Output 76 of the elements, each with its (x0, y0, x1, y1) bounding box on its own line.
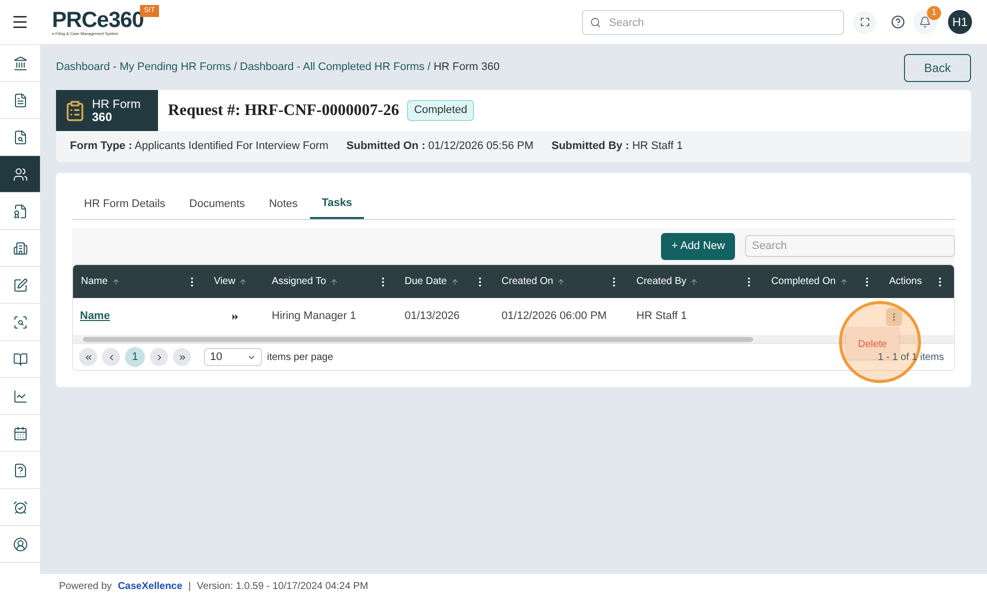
people-icon (12, 166, 28, 182)
version-text: Version: 1.0.59 - 10/17/2024 04:24 PM (196, 580, 368, 594)
column-header[interactable]: Created On (502, 274, 554, 289)
meta-field: Form Type : Applicants Identified For Interview Form (70, 138, 328, 155)
fullscreen-icon (860, 17, 870, 27)
tab[interactable]: HR Form Details (72, 189, 178, 219)
text-box-icon (12, 278, 28, 292)
powered-by-label: Powered by (59, 580, 112, 594)
column-header[interactable]: Due Date (404, 274, 447, 289)
status-badge: Completed (407, 100, 474, 121)
invoice-icon (12, 204, 28, 218)
column-header[interactable]: Actions (889, 274, 922, 289)
sort-icon[interactable] (690, 278, 698, 286)
add-new-button[interactable]: + Add New (661, 232, 735, 260)
building-icon (12, 240, 28, 256)
breadcrumb-separator: / (234, 60, 237, 76)
task-name-link[interactable]: Name (80, 310, 110, 322)
request-number: Request #: HRF-CNF-0000007-26 (168, 100, 400, 120)
notification-count: 1 (927, 6, 941, 20)
table-cell: 01/12/2026 06:00 PM (502, 310, 607, 322)
search-field[interactable]: Search (582, 10, 844, 35)
search-icon (590, 16, 601, 28)
table-cell: HR Staff 1 (636, 310, 687, 322)
table-cell: Hiring Manager 1 (272, 310, 356, 322)
form-icon (64, 100, 86, 122)
form-badge-number: 360 (92, 110, 114, 124)
sidebar-item[interactable] (0, 156, 40, 193)
question-icon (12, 462, 28, 478)
column-header[interactable]: Completed On (771, 274, 836, 289)
table-search-field[interactable]: Search (745, 235, 955, 257)
view-icon[interactable] (230, 312, 240, 322)
last-page-icon (178, 352, 186, 362)
breadcrumb-separator: / (428, 60, 431, 76)
page-button[interactable]: 1 (125, 347, 145, 367)
alarm-icon (12, 500, 28, 514)
column-header[interactable]: View (214, 274, 236, 289)
bank-icon (12, 56, 28, 70)
page-size-select[interactable]: 10 (204, 348, 262, 366)
help-icon[interactable] (891, 15, 905, 29)
chart-icon (12, 388, 28, 404)
back-button[interactable]: Back (904, 54, 971, 82)
last-page-button[interactable] (173, 348, 191, 366)
sort-icon[interactable] (450, 278, 459, 286)
sort-icon[interactable] (112, 278, 120, 286)
bell-icon (919, 16, 931, 28)
document-search-icon (12, 130, 28, 144)
menu-icon (11, 13, 29, 31)
tab[interactable]: Tasks (310, 189, 364, 219)
table-cell: 01/13/2026 (404, 310, 460, 322)
breadcrumb-link[interactable]: Dashboard - All Completed HR Forms (240, 59, 425, 76)
pager-summary: 1 - 1 of 1 items (878, 350, 944, 364)
items-per-page-label: items per page (267, 350, 334, 364)
book-icon (12, 352, 28, 366)
tab[interactable]: Notes (256, 189, 310, 219)
first-page-icon (84, 352, 92, 362)
user-icon (12, 536, 28, 552)
column-header[interactable]: Name (81, 274, 108, 289)
breadcrumb-link[interactable]: HR Form 360 (434, 59, 500, 76)
calendar-icon (12, 426, 28, 440)
user-avatar[interactable]: H1 (948, 10, 972, 34)
meta-field: Submitted On : 01/12/2026 05:56 PM (346, 138, 534, 155)
breadcrumb-link[interactable]: Dashboard - My Pending HR Forms (56, 59, 231, 76)
sort-icon[interactable] (330, 278, 338, 286)
column-header[interactable]: Created By (636, 274, 686, 289)
scan-icon (12, 314, 28, 330)
meta-field: Submitted By : HR Staff 1 (552, 138, 683, 155)
sort-icon[interactable] (239, 278, 248, 286)
tab[interactable]: Documents (177, 189, 257, 219)
form-badge-title: HR Form (92, 98, 141, 110)
footer-separator: | (188, 580, 191, 594)
column-header[interactable]: Assigned To (272, 274, 326, 289)
sort-icon[interactable] (840, 278, 848, 286)
sort-icon[interactable] (557, 278, 566, 286)
first-page-button[interactable] (79, 348, 97, 366)
brand-logo: CaseXellence (118, 580, 182, 594)
document-icon (12, 92, 28, 108)
